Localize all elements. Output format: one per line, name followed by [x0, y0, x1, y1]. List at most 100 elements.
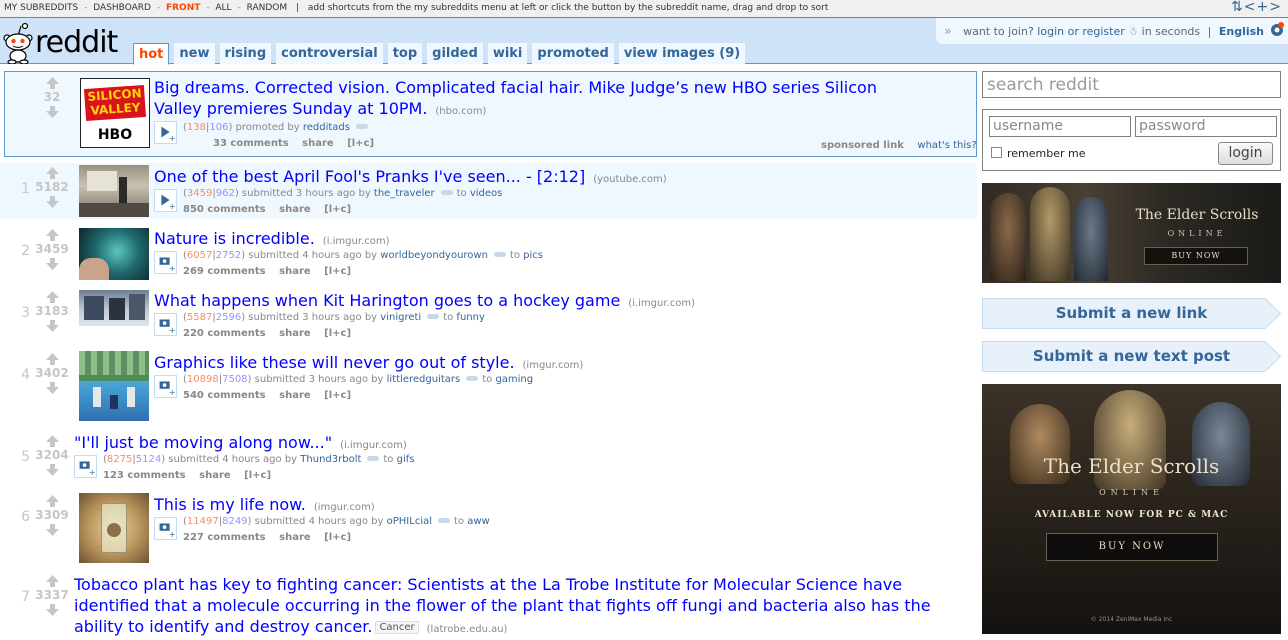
tab-new[interactable]: new	[174, 43, 215, 64]
author-link[interactable]: vinigreti	[380, 312, 421, 323]
shortcut-nav-arrows[interactable]: ⇅<+>	[1231, 0, 1282, 16]
sponsored-domain[interactable]: (hbo.com)	[435, 106, 486, 117]
downvote-arrow-icon[interactable]	[45, 257, 60, 271]
preferences-gear-icon[interactable]	[1269, 22, 1285, 38]
comments-link[interactable]: 227 comments	[183, 532, 266, 543]
share-link[interactable]: share	[279, 390, 311, 401]
downvote-arrow-icon[interactable]	[45, 463, 60, 477]
upvote-arrow-icon[interactable]	[45, 434, 60, 448]
password-field[interactable]: password	[1135, 116, 1277, 137]
image-expand-icon[interactable]: +	[74, 455, 97, 478]
language-selector[interactable]: English	[1219, 25, 1264, 38]
author-link[interactable]: the_traveler	[374, 188, 435, 199]
my-subreddits-menu[interactable]: MY SUBREDDITS	[4, 3, 78, 13]
link-title-text[interactable]: Graphics like these will never go out of…	[154, 353, 515, 372]
link-domain[interactable]: (i.imgur.com)	[340, 440, 407, 451]
expand-link[interactable]: [l+c]	[324, 266, 351, 277]
upvote-arrow-icon[interactable]	[45, 290, 60, 304]
sponsored-title-text[interactable]: Big dreams. Corrected vision. Complicate…	[154, 78, 877, 118]
subreddit-link[interactable]: gifs	[397, 454, 415, 465]
author-link[interactable]: Thund3rbolt	[300, 454, 361, 465]
link-thumbnail[interactable]	[79, 493, 149, 563]
image-expand-icon[interactable]: +	[154, 251, 177, 274]
author-link[interactable]: worldbeyondyourown	[380, 250, 488, 261]
sponsored-thumbnail[interactable]: SILICON VALLEY HBO	[80, 78, 150, 148]
reddit-logo[interactable]: reddit	[35, 26, 118, 60]
video-expand-icon[interactable]: +	[154, 189, 177, 212]
upvote-arrow-icon[interactable]	[45, 494, 60, 508]
subreddit-link[interactable]: gaming	[495, 374, 533, 385]
link-title[interactable]: Tobacco plant has key to fighting cancer…	[74, 574, 964, 640]
comments-link[interactable]: 220 comments	[183, 328, 266, 339]
link-thumbnail[interactable]	[79, 165, 149, 217]
expand-link[interactable]: [l+c]	[347, 138, 374, 149]
tab-controversial[interactable]: controversial	[276, 43, 383, 64]
remember-me[interactable]: remember me	[991, 147, 1086, 160]
share-link[interactable]: share	[279, 328, 311, 339]
tag-icon[interactable]	[427, 314, 440, 319]
image-expand-icon[interactable]: +	[154, 517, 177, 540]
downvote-arrow-icon[interactable]	[45, 319, 60, 333]
submit-link-button[interactable]: Submit a new link	[982, 298, 1281, 329]
upvote-arrow-icon[interactable]	[45, 76, 60, 90]
upvote-arrow-icon[interactable]	[45, 352, 60, 366]
link-domain[interactable]: (imgur.com)	[523, 360, 584, 371]
downvote-arrow-icon[interactable]	[45, 603, 60, 617]
snoo-alien-icon[interactable]	[2, 22, 34, 64]
upvote-arrow-icon[interactable]	[45, 166, 60, 180]
tag-icon[interactable]	[355, 124, 368, 129]
link-title-text[interactable]: "I'll just be moving along now..."	[74, 433, 332, 452]
downvote-arrow-icon[interactable]	[45, 195, 60, 209]
image-expand-icon[interactable]: +	[154, 375, 177, 398]
downvote-arrow-icon[interactable]	[45, 105, 60, 119]
tag-icon[interactable]	[438, 518, 451, 523]
video-expand-icon[interactable]: +	[154, 121, 177, 144]
tab-hot[interactable]: hot	[133, 43, 170, 65]
link-domain[interactable]: (i.imgur.com)	[323, 236, 390, 247]
expand-link[interactable]: [l+c]	[324, 204, 351, 215]
tag-icon[interactable]	[466, 376, 479, 381]
tag-icon[interactable]	[440, 190, 453, 195]
sr-front-link[interactable]: FRONT	[166, 3, 200, 13]
tab-gilded[interactable]: gilded	[427, 43, 483, 64]
link-domain[interactable]: (imgur.com)	[314, 502, 375, 513]
link-thumbnail[interactable]	[79, 351, 149, 421]
author-link[interactable]: littleredguitars	[387, 374, 461, 385]
whats-this-link[interactable]: what's this?	[917, 140, 976, 151]
tab-top[interactable]: top	[387, 43, 423, 64]
username-field[interactable]: username	[989, 116, 1131, 137]
remember-me-checkbox[interactable]	[991, 147, 1002, 158]
link-domain[interactable]: (youtube.com)	[593, 174, 666, 185]
downvote-arrow-icon[interactable]	[45, 523, 60, 537]
link-thumbnail[interactable]	[79, 290, 149, 326]
tab-wiki[interactable]: wiki	[487, 43, 528, 64]
search-input[interactable]: search reddit	[982, 71, 1281, 98]
share-link[interactable]: share	[279, 532, 311, 543]
expand-link[interactable]: [l+c]	[324, 532, 351, 543]
upvote-arrow-icon[interactable]	[45, 574, 60, 588]
ad2-buy-now-button[interactable]: BUY NOW	[1046, 533, 1218, 561]
expand-link[interactable]: [l+c]	[324, 390, 351, 401]
share-link[interactable]: share	[279, 266, 311, 277]
subreddit-link[interactable]: pics	[523, 250, 543, 261]
expand-link[interactable]: [l+c]	[244, 470, 271, 481]
sr-all-link[interactable]: ALL	[215, 3, 231, 13]
subreddit-link[interactable]: funny	[456, 312, 484, 323]
comments-link[interactable]: 850 comments	[183, 204, 266, 215]
sr-dashboard-link[interactable]: DASHBOARD	[93, 3, 151, 13]
share-link[interactable]: share	[279, 204, 311, 215]
subreddit-link[interactable]: videos	[470, 188, 503, 199]
comments-link[interactable]: 540 comments	[183, 390, 266, 401]
ad-elder-scrolls-small[interactable]: The Elder Scrolls ONLINE BUY NOW	[982, 183, 1281, 283]
sponsored-title[interactable]: Big dreams. Corrected vision. Complicate…	[154, 77, 914, 122]
submit-text-button[interactable]: Submit a new text post	[982, 341, 1281, 372]
link-domain[interactable]: (latrobe.edu.au)	[427, 624, 508, 635]
login-register-link[interactable]: login or register	[1037, 25, 1124, 38]
subreddit-link[interactable]: aww	[467, 516, 490, 527]
downvote-arrow-icon[interactable]	[45, 381, 60, 395]
share-link[interactable]: share	[199, 470, 231, 481]
expand-link[interactable]: [l+c]	[324, 328, 351, 339]
link-title-text[interactable]: This is my life now.	[154, 495, 306, 514]
sr-random-link[interactable]: RANDOM	[247, 3, 288, 13]
comments-link[interactable]: 269 comments	[183, 266, 266, 277]
